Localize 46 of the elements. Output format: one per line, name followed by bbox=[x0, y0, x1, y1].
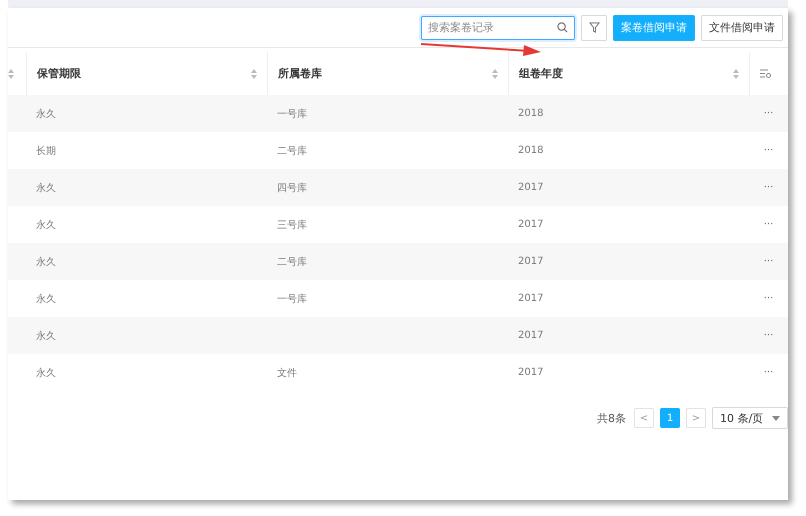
more-actions[interactable]: ··· bbox=[764, 219, 774, 230]
filter-button[interactable] bbox=[581, 14, 607, 40]
more-actions[interactable]: ··· bbox=[764, 256, 774, 267]
table-cell-text: 永久 bbox=[36, 366, 56, 380]
table-cell: 2018 bbox=[518, 108, 544, 119]
more-actions[interactable]: ··· bbox=[764, 293, 774, 304]
sort-icon[interactable] bbox=[8, 68, 14, 78]
table-cell-text: 三号库 bbox=[277, 218, 307, 232]
table-cell-text: 永久 bbox=[36, 256, 56, 268]
column-settings-icon[interactable] bbox=[760, 69, 771, 78]
table-cell-text: 文件 bbox=[277, 366, 297, 380]
table-cell-text: 二号库 bbox=[277, 144, 307, 158]
table-cell-text: 长期 bbox=[36, 144, 56, 158]
table-cell-text: 永久 bbox=[36, 182, 56, 194]
caret-icon bbox=[772, 416, 780, 420]
more-actions[interactable]: ··· bbox=[764, 367, 774, 378]
table-cell-text: 一号库 bbox=[277, 292, 307, 306]
table-cell-text: 永久 bbox=[36, 218, 56, 232]
more-actions[interactable]: ··· bbox=[764, 330, 774, 341]
total-count: 共8条 bbox=[597, 410, 626, 426]
more-actions[interactable]: ··· bbox=[764, 182, 774, 193]
more-actions[interactable]: ··· bbox=[764, 145, 774, 156]
table-cell-text: 四号库 bbox=[277, 182, 307, 194]
table-cell-text: 一号库 bbox=[277, 108, 307, 120]
table-cell: 2017 bbox=[518, 219, 544, 230]
secondary-button[interactable]: 文件借阅申请 bbox=[701, 14, 783, 40]
table-cell: 2017 bbox=[518, 182, 544, 193]
table-cell-text: 永久 bbox=[36, 108, 56, 120]
table-cell: 2018 bbox=[518, 145, 544, 156]
table-cell: 2017 bbox=[518, 293, 544, 304]
previous-page-button[interactable]: < bbox=[634, 408, 654, 428]
sort-icon[interactable] bbox=[492, 68, 498, 78]
more-actions[interactable]: ··· bbox=[764, 108, 774, 119]
table-cell: 2017 bbox=[518, 256, 544, 267]
search-field[interactable]: 搜索案卷记录 bbox=[421, 16, 575, 40]
filter-icon bbox=[588, 22, 600, 33]
table-cell-text: 永久 bbox=[36, 330, 56, 342]
sort-icon[interactable] bbox=[251, 68, 257, 78]
table-cell: 2017 bbox=[518, 367, 544, 378]
table-cell-text: 永久 bbox=[36, 292, 56, 306]
table-cell: 2017 bbox=[518, 330, 544, 341]
page-size-select[interactable]: 10 条/页 bbox=[712, 407, 788, 429]
next-page-button[interactable]: > bbox=[686, 408, 706, 428]
sort-icon[interactable] bbox=[733, 68, 739, 78]
search-icon[interactable] bbox=[557, 22, 568, 32]
table-cell-text: 二号库 bbox=[277, 256, 307, 268]
